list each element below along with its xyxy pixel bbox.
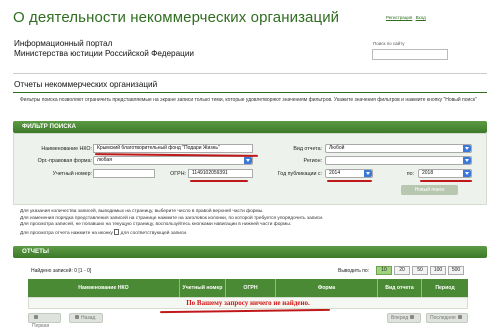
year-to-select[interactable]: 2018 xyxy=(418,169,472,178)
no-results-message: По Вашему запросу ничего не найдено. xyxy=(186,299,310,307)
legal-form-value: любая xyxy=(97,157,112,163)
login-link[interactable]: Вход xyxy=(416,15,426,20)
page-title: Отчеты некоммерческих организаций xyxy=(14,80,158,89)
nko-name-label: Наименование НКО: xyxy=(41,146,92,152)
legal-form-label: Орг.-правовая форма: xyxy=(37,158,92,164)
nko-name-input[interactable]: Крымский благотворительный фонд "Подари … xyxy=(93,144,253,153)
per-page-option-10[interactable]: 10 xyxy=(376,266,392,275)
per-page-label: Выводить по: xyxy=(338,268,370,274)
chevron-down-icon xyxy=(463,145,471,152)
site-title: О деятельности некоммерческих организаци… xyxy=(13,9,340,26)
ogrn-label: ОГРН: xyxy=(170,171,186,177)
pager-last-label: Последняя xyxy=(430,315,456,321)
pager-first-button[interactable]: Первая xyxy=(28,313,61,329)
ogrn-input[interactable]: 1149102059391 xyxy=(188,169,253,178)
note-text: для соответствующей записи. xyxy=(120,230,188,236)
note-text: Для просмотра отчета нажмите на иконку xyxy=(20,230,113,236)
chevron-down-icon xyxy=(244,157,252,164)
auth-links-separator xyxy=(413,15,414,20)
filter-section-bar[interactable]: ФИЛЬТР ПОИСКА xyxy=(13,121,487,133)
usage-notes: Для указания количества записей, выводим… xyxy=(20,209,485,237)
table-empty-row: По Вашему запросу ничего не найдено. xyxy=(28,297,468,309)
column-header-form[interactable]: Форма xyxy=(276,279,378,297)
document-icon xyxy=(114,228,120,235)
pager-next-button[interactable]: Вперед xyxy=(387,313,421,323)
column-header-period[interactable]: Период xyxy=(422,279,468,297)
next-page-icon xyxy=(410,315,415,319)
year-from-label: Год публикации с: xyxy=(277,171,322,177)
per-page-option-50[interactable]: 50 xyxy=(412,266,428,275)
per-page-option-100[interactable]: 100 xyxy=(430,266,446,275)
pager-prev-label: Назад xyxy=(81,315,96,321)
year-to-label: по: xyxy=(406,171,414,177)
account-number-label: Учетный номер: xyxy=(52,171,92,177)
header-divider xyxy=(13,73,487,74)
site-search-input[interactable] xyxy=(372,49,448,60)
portal-name: Информационный портал Министерства юстиц… xyxy=(14,39,194,59)
note-line: Для просмотра отчета нажмите на иконку д… xyxy=(20,228,485,238)
annotation-underline-ogrn xyxy=(190,180,248,182)
annotation-underline-year-to xyxy=(420,180,472,182)
new-search-button[interactable]: Новый поиск xyxy=(401,185,458,195)
reports-table-header: Наименование НКО Учетный номер ОГРН Форм… xyxy=(28,279,468,297)
annotation-underline-year-from xyxy=(327,180,372,182)
pager-last-button[interactable]: Последняя xyxy=(426,313,468,323)
year-from-select[interactable]: 2014 xyxy=(325,169,373,178)
report-type-select[interactable]: Любой xyxy=(325,144,472,153)
account-number-input[interactable] xyxy=(93,169,155,178)
per-page-option-20[interactable]: 20 xyxy=(394,266,410,275)
chevron-down-icon xyxy=(463,157,471,164)
pager-next-label: Вперед xyxy=(391,315,409,321)
portal-line-1: Информационный портал xyxy=(14,39,113,48)
column-header-nko-name[interactable]: Наименование НКО xyxy=(28,279,180,297)
region-select[interactable] xyxy=(325,156,472,165)
year-from-value: 2014 xyxy=(329,170,341,176)
report-type-label: Вид отчета: xyxy=(293,146,322,152)
column-header-ogrn[interactable]: ОГРН xyxy=(226,279,276,297)
pager-prev-button[interactable]: Назад xyxy=(69,313,103,323)
title-divider xyxy=(13,92,487,93)
report-type-value: Любой xyxy=(329,145,345,151)
reports-section-bar[interactable]: ОТЧЕТЫ xyxy=(13,246,487,258)
register-link[interactable]: Регистрация xyxy=(386,15,412,20)
chevron-down-icon xyxy=(364,170,372,177)
auth-links: Регистрация Вход xyxy=(386,15,426,20)
site-search-label: Поиск по сайту xyxy=(373,41,405,46)
column-header-account-number[interactable]: Учетный номер xyxy=(180,279,226,297)
column-header-report-type[interactable]: Вид отчета xyxy=(378,279,422,297)
legal-form-select[interactable]: любая xyxy=(93,156,253,165)
records-found: Найдено записей: 0 [1 - 0] xyxy=(31,268,92,274)
per-page-option-500[interactable]: 500 xyxy=(448,266,464,275)
first-page-icon xyxy=(34,315,38,319)
year-to-value: 2018 xyxy=(422,170,434,176)
pager-first-label: Первая xyxy=(32,323,50,329)
region-label: Регион: xyxy=(303,158,322,164)
last-page-icon xyxy=(457,315,462,319)
portal-line-2: Министерства юстиции Российской Федераци… xyxy=(14,49,194,58)
annotation-underline-no-results xyxy=(159,308,331,314)
chevron-down-icon xyxy=(463,170,471,177)
filter-intro-text: Фильтры поиска позволяют ограничить пред… xyxy=(20,97,477,103)
prev-page-icon xyxy=(75,315,79,319)
